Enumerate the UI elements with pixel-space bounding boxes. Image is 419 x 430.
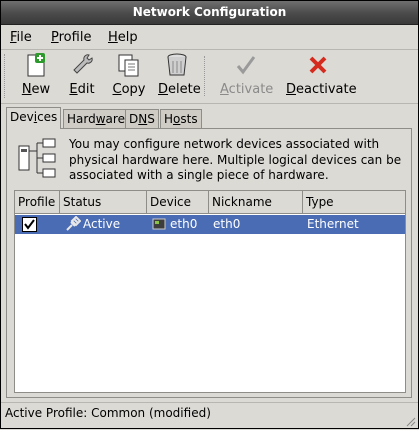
tab-devices[interactable]: Devices: [6, 107, 62, 129]
copy-button[interactable]: Copy: [112, 52, 146, 100]
row-device: eth0: [170, 217, 198, 231]
tab-dns[interactable]: DNS: [125, 109, 159, 128]
tab-hosts[interactable]: Hosts: [160, 109, 202, 128]
status-bar: Active Profile: Common (modified): [1, 402, 418, 429]
column-header-type[interactable]: Type: [303, 191, 405, 214]
resize-grip[interactable]: [404, 415, 416, 427]
title-bar[interactable]: Network Configuration: [1, 1, 418, 25]
active-profile-status: Active Profile: Common (modified): [5, 406, 211, 420]
activate-icon: [233, 52, 259, 78]
activate-button[interactable]: Activate: [220, 52, 273, 100]
copy-icon: [116, 52, 142, 78]
table-row[interactable]: Active eth0 eth0 Ethernet: [15, 215, 405, 234]
deactivate-icon: [305, 52, 331, 78]
toolbar-grip[interactable]: [4, 54, 8, 98]
delete-button[interactable]: Delete: [158, 52, 201, 100]
ethernet-card-icon: [152, 217, 166, 231]
window-title: Network Configuration: [132, 5, 287, 19]
column-header-profile[interactable]: Profile: [15, 191, 60, 214]
menu-file[interactable]: File: [10, 30, 32, 45]
active-status-icon: [65, 215, 82, 232]
new-button[interactable]: New: [19, 52, 53, 100]
column-header-status[interactable]: Status: [60, 191, 147, 214]
row-nickname: eth0: [213, 217, 241, 231]
menu-bar: File Profile Help: [1, 25, 418, 50]
menu-help[interactable]: Help: [108, 30, 138, 45]
deactivate-button[interactable]: Deactivate: [286, 52, 357, 100]
profile-checkbox[interactable]: [22, 217, 37, 232]
devices-panel: You may configure network devices associ…: [6, 128, 412, 398]
edit-icon: [69, 52, 95, 78]
new-icon: [23, 52, 49, 78]
network-devices-icon: [15, 137, 59, 181]
devices-table: Profile Status Device Nickname Type Acti…: [14, 190, 406, 393]
row-status: Active: [83, 217, 121, 231]
delete-icon: [164, 52, 190, 78]
network-configuration-window: Network Configuration File Profile Help …: [0, 0, 419, 429]
row-type: Ethernet: [307, 217, 359, 231]
column-header-nickname[interactable]: Nickname: [209, 191, 303, 214]
devices-description: You may configure network devices associ…: [69, 137, 402, 182]
toolbar-separator: [204, 56, 206, 96]
column-header-device[interactable]: Device: [147, 191, 209, 214]
toolbar: New Edit Copy Delete Activate Deactivate: [1, 50, 418, 104]
edit-button[interactable]: Edit: [67, 52, 97, 100]
tab-hardware[interactable]: Hardware: [63, 109, 129, 128]
menu-profile[interactable]: Profile: [51, 30, 91, 45]
